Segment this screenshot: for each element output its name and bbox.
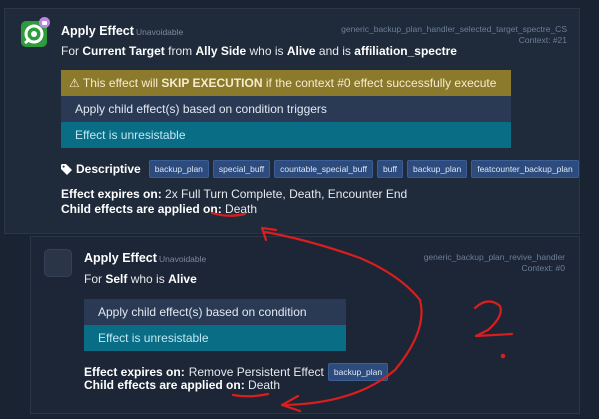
tag-chip[interactable]: countable_special_buff xyxy=(274,160,373,178)
effect-title: Apply Effect xyxy=(61,24,134,38)
lock-icon xyxy=(39,17,50,28)
expires-value: Remove Persistent Effect xyxy=(188,365,324,379)
source-name: generic_backup_plan_revive_handler xyxy=(423,252,565,262)
source-name: generic_backup_plan_handler_selected_tar… xyxy=(341,24,567,34)
tag-chip[interactable]: buff xyxy=(376,160,403,178)
expires-line: Effect expires on: 2x Full Turn Complete… xyxy=(61,187,407,201)
unresistable-bar: Effect is unresistable xyxy=(84,325,346,351)
skip-execution-warning: ⚠ This effect will SKIP EXECUTION if the… xyxy=(61,70,511,96)
tag-chip[interactable]: backup_plan xyxy=(327,363,389,381)
expires-label: Effect expires on: xyxy=(84,365,185,379)
effect-title: Apply Effect xyxy=(84,251,157,265)
effect-source: generic_backup_plan_handler_selected_tar… xyxy=(341,24,567,46)
child-applied-label: Child effects are applied on: xyxy=(84,378,245,392)
effect-source: generic_backup_plan_revive_handler Conte… xyxy=(424,252,565,274)
warning-icon: ⚠ xyxy=(69,76,80,90)
tag-chip[interactable]: special_buff xyxy=(212,160,271,178)
expires-label: Effect expires on: xyxy=(61,187,162,201)
child-applied-label: Child effects are applied on: xyxy=(61,202,222,216)
child-applied-line: Child effects are applied on: Death xyxy=(84,378,280,392)
descriptive-row: Descriptive backup_plan special_buff cou… xyxy=(61,160,579,178)
tag-chip[interactable]: backup_plan xyxy=(406,160,468,178)
expires-value: 2x Full Turn Complete, Death, Encounter … xyxy=(165,187,408,201)
child-applied-value: Death xyxy=(225,202,258,216)
effect-icon xyxy=(44,249,72,277)
tag-icon xyxy=(61,163,72,175)
effect-subtitle: Unavoidable xyxy=(136,27,184,37)
child-applied-value: Death xyxy=(248,378,281,392)
effect-subtitle: Unavoidable xyxy=(159,254,207,264)
effect-card-1: Apply Effect Unavoidable generic_backup_… xyxy=(4,8,580,234)
condition-line: For Self who is Alive xyxy=(84,272,197,286)
condition-line: For Current Target from Ally Side who is… xyxy=(61,44,457,58)
effect-card-2: Apply Effect Unavoidable generic_backup_… xyxy=(30,236,580,414)
descriptive-label: Descriptive xyxy=(61,162,141,176)
tag-chip[interactable]: backup_plan xyxy=(148,160,209,178)
unresistable-bar: Effect is unresistable xyxy=(61,122,511,148)
source-context: Context: #0 xyxy=(521,263,565,273)
tag-chip[interactable]: featcounter_backup_plan xyxy=(471,160,579,178)
child-effects-trigger[interactable]: Apply child effect(s) based on condition… xyxy=(61,96,511,122)
child-effects-trigger[interactable]: Apply child effect(s) based on condition… xyxy=(84,299,346,345)
child-applied-line: Child effects are applied on: Death xyxy=(61,202,257,216)
